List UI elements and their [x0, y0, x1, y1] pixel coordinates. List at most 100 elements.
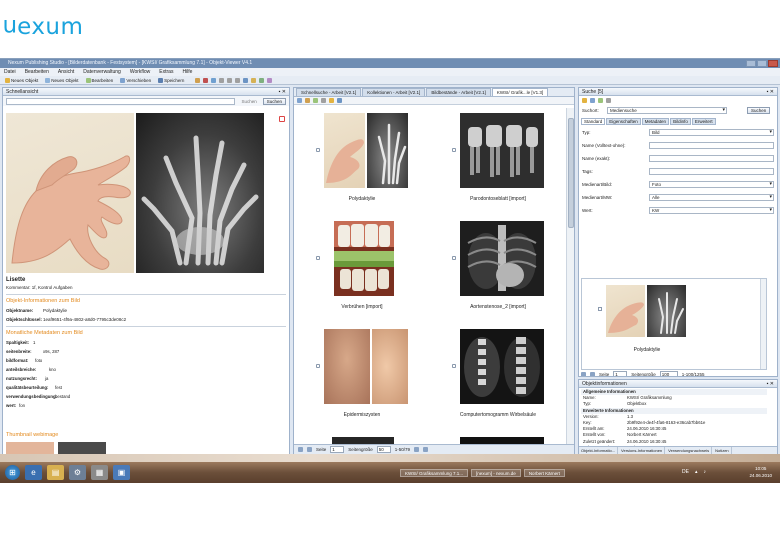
explorer-icon[interactable]: ▤ — [47, 465, 64, 480]
filter-icon[interactable] — [329, 98, 334, 103]
copy-icon[interactable] — [227, 77, 233, 83]
ie-icon[interactable]: e — [25, 465, 42, 480]
tab-kwsi-graphics[interactable]: KWSI/ Grafik...le [V1.3] — [491, 88, 549, 96]
toolbar-move[interactable]: Verschieben — [118, 77, 153, 84]
pane-close-icon[interactable]: ▪ ✕ — [767, 380, 774, 387]
link-marker-icon[interactable] — [279, 116, 285, 122]
prev-page-icon[interactable] — [307, 447, 312, 452]
load-search-icon[interactable] — [598, 98, 603, 103]
tab-quicksearch[interactable]: Schnellsuche - Arbeit [V2.1] — [296, 88, 362, 96]
settings-icon[interactable]: ⚙ — [69, 465, 86, 480]
tab-version-info[interactable]: Versions-Informationen — [619, 447, 666, 454]
grid-item[interactable]: Parodontoseblatt [import] — [430, 108, 566, 216]
name-fulltext-input[interactable] — [649, 142, 774, 149]
tab-metadata[interactable]: Metadaten — [641, 118, 670, 125]
search-icon[interactable] — [243, 77, 249, 83]
page-size-input[interactable]: 50 — [376, 446, 391, 453]
name-exact-input[interactable] — [649, 155, 774, 162]
toolbar-edit[interactable]: Bearbeiten — [84, 77, 116, 84]
paste-icon[interactable] — [235, 77, 241, 83]
delete-icon[interactable] — [203, 77, 209, 83]
grid-item[interactable]: Polydaktylie — [294, 108, 430, 216]
tab-advanced[interactable]: Erweitert — [691, 118, 716, 125]
task-user[interactable]: Norbert Kärnert — [523, 468, 565, 477]
start-button[interactable]: ⊞ — [5, 465, 20, 480]
close-button[interactable] — [768, 60, 778, 67]
type-select[interactable]: Bild — [649, 129, 774, 136]
toolbar-save[interactable]: Speichern — [156, 77, 186, 84]
menu-ansicht[interactable]: Ansicht — [58, 68, 74, 76]
tab-properties[interactable]: Eigenschaften — [606, 118, 641, 125]
new-search-icon[interactable] — [582, 98, 587, 103]
tray-arrow-icon[interactable]: ▴ — [695, 469, 698, 475]
grid-item[interactable]: Epidermiszysten — [294, 324, 430, 432]
media-type-image-select[interactable]: Foto — [649, 181, 774, 188]
cut-icon[interactable] — [219, 77, 225, 83]
view-icon[interactable] — [297, 98, 302, 103]
menu-workflow[interactable]: Workflow — [130, 68, 150, 76]
export-icon[interactable] — [259, 77, 265, 83]
quickview-search-input[interactable] — [6, 97, 236, 105]
grid-view-icon[interactable] — [337, 98, 342, 103]
star-icon[interactable] — [251, 77, 257, 83]
clear-search-icon[interactable] — [606, 98, 611, 103]
first-page-icon[interactable] — [581, 372, 586, 376]
window-title: Nexum Publishing Studio - [Bilderdatenba… — [8, 60, 253, 66]
tab-image-info[interactable]: Bildinfo — [670, 118, 691, 125]
menu-datei[interactable]: Datei — [4, 68, 16, 76]
tags-input[interactable] — [649, 168, 774, 175]
search-button[interactable]: Suchen — [747, 107, 771, 114]
last-page-icon[interactable] — [423, 447, 429, 452]
quickview-search-button[interactable]: Suchen — [262, 97, 286, 105]
tab-usage[interactable]: Verwendungsnachweis — [666, 447, 713, 454]
workflow-icon[interactable] — [267, 77, 273, 83]
menu-datenverwaltung[interactable]: Datenverwaltung — [83, 68, 121, 76]
search-scope-select[interactable]: Mediensuche — [607, 107, 727, 114]
result-thumbnail-image[interactable] — [606, 285, 686, 337]
refresh-icon[interactable] — [211, 77, 217, 83]
clock[interactable]: 10:05 24.06.2010 — [749, 465, 772, 479]
nexum-app-icon[interactable]: ▣ — [113, 465, 130, 480]
task-kwsi[interactable]: KWSI/ Grafiksammlung 7.1... — [400, 468, 469, 477]
scrollbar-thumb[interactable] — [568, 118, 574, 228]
menu-extras[interactable]: Extras — [159, 68, 173, 76]
preview-image — [6, 113, 266, 273]
folder-icon[interactable] — [195, 77, 201, 83]
menu-bearbeiten[interactable]: Bearbeiten — [25, 68, 49, 76]
language-indicator[interactable]: DE — [682, 469, 689, 475]
volume-icon[interactable]: ♪ — [703, 469, 706, 475]
next-page-icon[interactable] — [414, 447, 420, 452]
page-input[interactable]: 1 — [613, 371, 628, 376]
grid-scrollbar[interactable] — [566, 108, 574, 444]
grid-item[interactable]: Computertomogramm Wirbelsäule — [430, 324, 566, 432]
minimize-button[interactable] — [746, 60, 756, 67]
toolbar-new-object-2[interactable]: Neues Objekt — [43, 77, 80, 84]
sort-icon[interactable] — [321, 98, 326, 103]
prev-page-icon[interactable] — [590, 372, 595, 376]
pane-close-icon[interactable]: ▪ ✕ — [279, 88, 286, 95]
value-select[interactable]: KW — [649, 207, 774, 214]
toolbar-new-object[interactable]: Neues Objekt — [3, 77, 40, 84]
result-scrollbar[interactable] — [760, 279, 766, 369]
add-icon[interactable] — [313, 98, 318, 103]
menu-hilfe[interactable]: Hilfe — [182, 68, 192, 76]
grid-item[interactable]: Aortenstenose_2 [import] — [430, 216, 566, 324]
tab-standard[interactable]: Standard — [581, 118, 606, 125]
pane-close-icon[interactable]: ▪ ✕ — [767, 88, 774, 95]
tab-notes[interactable]: Notizen — [713, 447, 732, 454]
first-page-icon[interactable] — [298, 447, 303, 452]
tab-collections[interactable]: Kollektionen - Arbeit [V2.1] — [362, 88, 426, 96]
maximize-button[interactable] — [757, 60, 767, 67]
page-input[interactable]: 1 — [330, 446, 345, 453]
window-titlebar[interactable]: Nexum Publishing Studio - [Bilderdatenba… — [0, 59, 780, 68]
meta-value: x9s, 287 — [43, 349, 60, 354]
grid-item[interactable]: Verbrühen [import] — [294, 216, 430, 324]
page-size-input[interactable]: 100 — [659, 371, 678, 376]
app-icon[interactable]: ▦ — [91, 465, 108, 480]
task-browser[interactable]: [nexum] - nexum.de — [471, 468, 521, 477]
folder-icon[interactable] — [305, 98, 310, 103]
save-search-icon[interactable] — [590, 98, 595, 103]
media-type-mw-select[interactable]: Alle — [649, 194, 774, 201]
tab-object-info[interactable]: Objekt-Informatio... — [579, 447, 619, 454]
tab-image-stock[interactable]: Bildbestände - Arbeit [V2.1] — [426, 88, 491, 96]
